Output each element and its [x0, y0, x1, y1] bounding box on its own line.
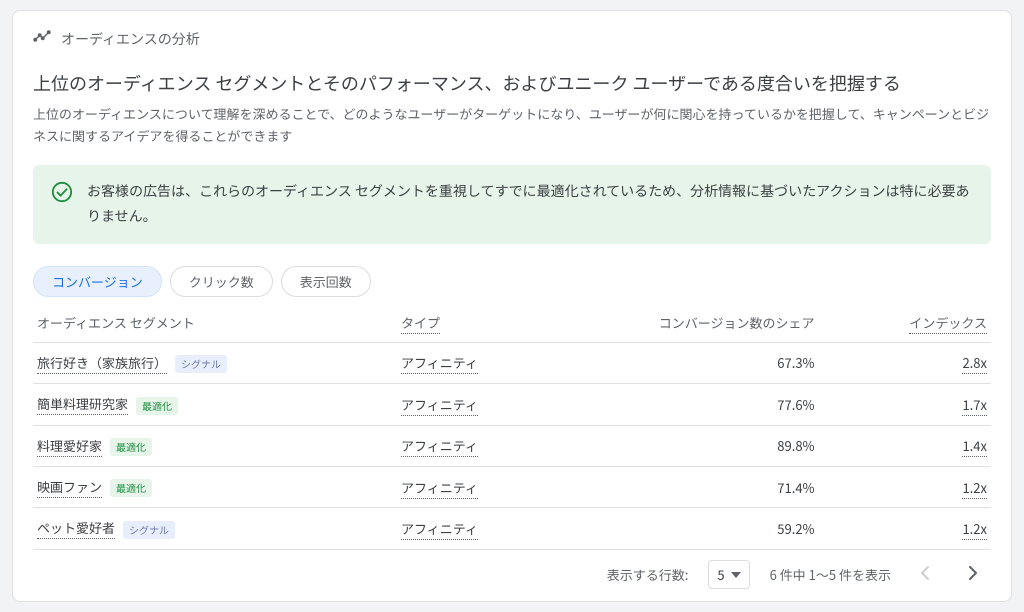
segment-name[interactable]: 簡単料理研究家 [37, 394, 128, 415]
table-footer: 表示する行数: 5 6 件中 1～5 件を表示 [33, 550, 991, 593]
audience-insights-card: オーディエンスの分析 上位のオーディエンス セグメントとそのパフォーマンス、およ… [12, 10, 1012, 602]
metric-tabs: コンバージョンクリック数表示回数 [33, 266, 991, 297]
share-cell: 89.8% [589, 425, 819, 466]
segment-cell: ペット愛好者シグナル [33, 508, 397, 549]
type-cell: アフィニティ [397, 508, 589, 549]
chevron-right-icon [968, 565, 978, 584]
check-circle-icon [51, 179, 73, 208]
index-value: 1.2x [962, 478, 987, 499]
index-value: 1.4x [962, 436, 987, 457]
type-cell: アフィニティ [397, 466, 589, 507]
index-value: 1.2x [962, 519, 987, 540]
page-title: 上位のオーディエンス セグメントとそのパフォーマンス、およびユニーク ユーザーで… [33, 70, 991, 97]
segment-name[interactable]: 旅行好き（家族旅行） [37, 353, 167, 374]
type-cell: アフィニティ [397, 384, 589, 425]
segment-name[interactable]: 映画ファン [37, 477, 102, 498]
index-cell: 1.2x [819, 508, 991, 549]
share-cell: 67.3% [589, 342, 819, 383]
col-header-index: インデックス [819, 303, 991, 343]
optimized-badge: 最適化 [110, 438, 152, 456]
type-cell: アフィニティ [397, 342, 589, 383]
signal-badge: シグナル [123, 521, 175, 539]
card-header-title: オーディエンスの分析 [61, 29, 200, 49]
page-subtitle: 上位のオーディエンスについて理解を深めることで、どのようなユーザーがターゲットに… [33, 103, 991, 147]
type-value[interactable]: アフィニティ [401, 478, 478, 499]
chevron-left-icon [920, 565, 930, 584]
segment-cell: 旅行好き（家族旅行） シグナル [33, 342, 397, 383]
signal-badge: シグナル [175, 355, 227, 373]
table-header-row: オーディエンス セグメント タイプ コンバージョン数のシェア インデックス [33, 303, 991, 343]
tab-2[interactable]: 表示回数 [281, 266, 371, 297]
col-header-share: コンバージョン数のシェア [589, 303, 819, 343]
share-cell: 59.2% [589, 508, 819, 549]
rows-per-page-label: 表示する行数: [607, 565, 689, 584]
segment-cell: 映画ファン最適化 [33, 466, 397, 507]
card-header: オーディエンスの分析 [33, 27, 991, 50]
table-row: 映画ファン最適化アフィニティ71.4%1.2x [33, 466, 991, 507]
table-row: ペット愛好者シグナルアフィニティ59.2%1.2x [33, 508, 991, 549]
col-header-type: タイプ [397, 303, 589, 343]
share-cell: 71.4% [589, 466, 819, 507]
index-value: 2.8x [962, 353, 987, 374]
rows-per-page-value: 5 [717, 565, 724, 584]
status-banner: お客様の広告は、これらのオーディエンス セグメントを重視してすでに最適化されてい… [33, 165, 991, 243]
index-cell: 1.7x [819, 384, 991, 425]
share-cell: 77.6% [589, 384, 819, 425]
index-cell: 1.2x [819, 466, 991, 507]
segment-cell: 簡単料理研究家最適化 [33, 384, 397, 425]
optimized-badge: 最適化 [110, 479, 152, 497]
type-value[interactable]: アフィニティ [401, 519, 478, 540]
table-row: 料理愛好家最適化アフィニティ89.8%1.4x [33, 425, 991, 466]
segment-name[interactable]: ペット愛好者 [37, 518, 115, 539]
row-range-label: 6 件中 1～5 件を表示 [770, 565, 891, 584]
status-banner-text: お客様の広告は、これらのオーディエンス セグメントを重視してすでに最適化されてい… [87, 179, 973, 229]
tab-0[interactable]: コンバージョン [33, 266, 162, 297]
audience-table: オーディエンス セグメント タイプ コンバージョン数のシェア インデックス 旅行… [33, 303, 991, 550]
prev-page-button[interactable] [911, 560, 939, 588]
trend-icon [33, 27, 51, 50]
type-value[interactable]: アフィニティ [401, 395, 478, 416]
table-row: 簡単料理研究家最適化アフィニティ77.6%1.7x [33, 384, 991, 425]
type-value[interactable]: アフィニティ [401, 353, 478, 374]
segment-cell: 料理愛好家最適化 [33, 425, 397, 466]
type-cell: アフィニティ [397, 425, 589, 466]
optimized-badge: 最適化 [136, 397, 178, 415]
type-value[interactable]: アフィニティ [401, 436, 478, 457]
index-value: 1.7x [962, 395, 987, 416]
tab-1[interactable]: クリック数 [170, 266, 273, 297]
caret-down-icon [731, 565, 741, 584]
segment-name[interactable]: 料理愛好家 [37, 436, 102, 457]
rows-per-page-select[interactable]: 5 [708, 560, 749, 589]
col-header-segment: オーディエンス セグメント [33, 303, 397, 343]
table-row: 旅行好き（家族旅行） シグナル アフィニティ 67.3% 2.8x [33, 342, 991, 383]
next-page-button[interactable] [959, 560, 987, 588]
index-cell: 1.4x [819, 425, 991, 466]
index-cell: 2.8x [819, 342, 991, 383]
